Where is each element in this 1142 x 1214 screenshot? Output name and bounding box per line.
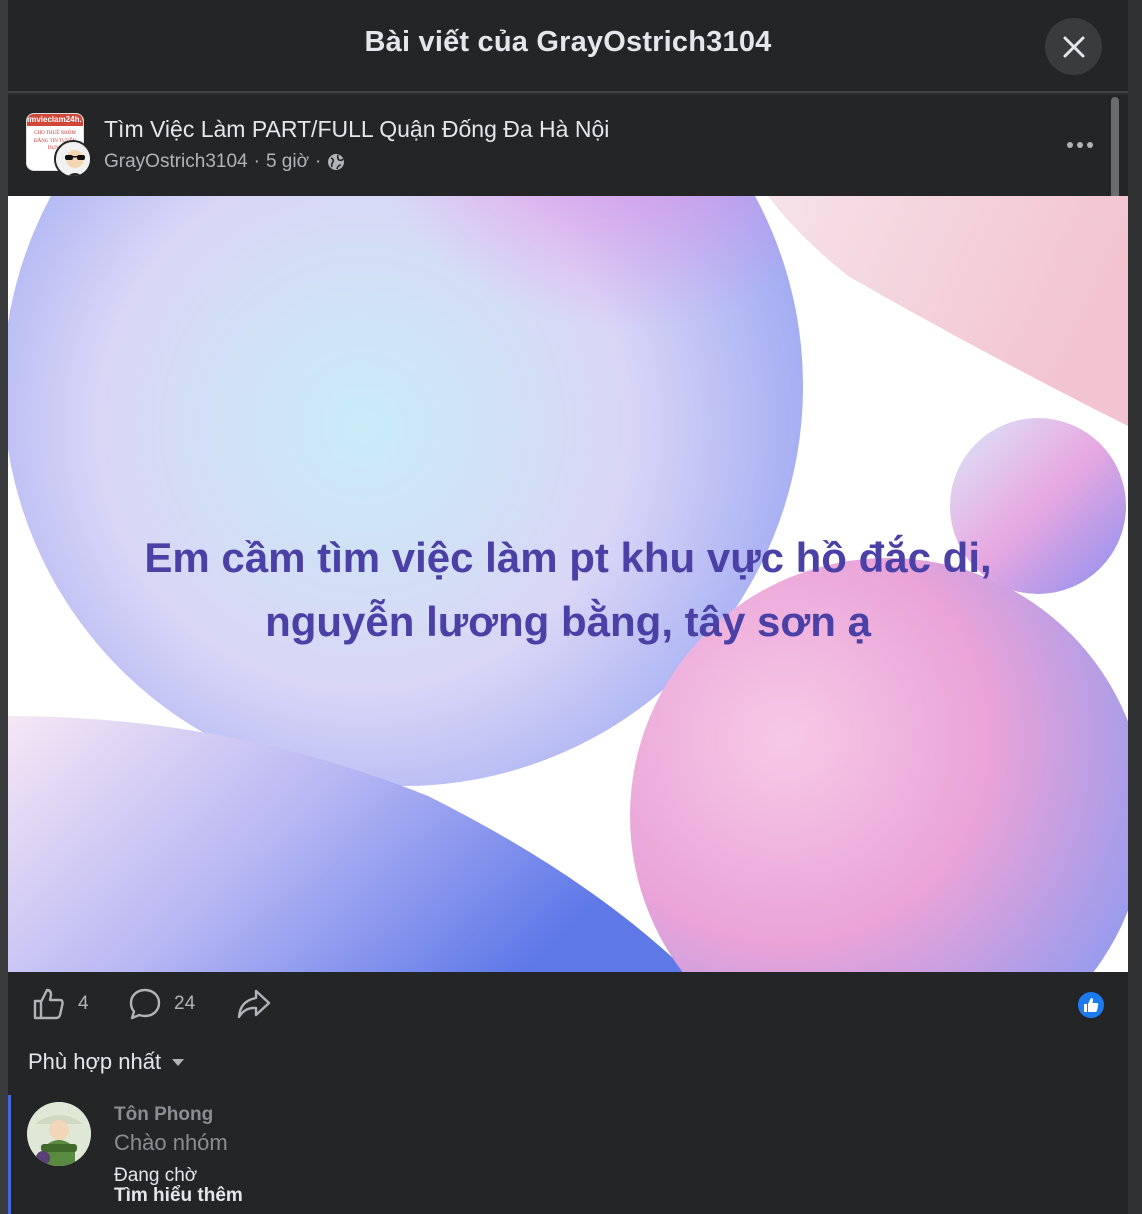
like-count: 4 [78,993,89,1014]
post-actions: 4 24 [8,983,1128,1029]
post-background-image[interactable]: Em cầm tìm việc làm pt khu vực hồ đắc di… [8,196,1128,972]
like-button[interactable]: 4 [32,987,89,1021]
commenter-avatar[interactable] [27,1102,91,1166]
close-button[interactable] [1045,18,1102,75]
commenter-name[interactable]: Tôn Phong [114,1104,213,1126]
modal-right-border [1128,0,1142,1214]
modal-content: imvieclam24h.vn CHO THUÊ NHÓM ĐĂNG TIN T… [8,95,1128,1214]
caret-down-icon [172,1059,185,1066]
post-header: imvieclam24h.vn CHO THUÊ NHÓM ĐĂNG TIN T… [8,95,1108,196]
pending-indicator-bar [8,1095,11,1214]
share-arrow-icon [237,989,271,1019]
modal-left-border [0,0,8,1214]
learn-more-link[interactable]: Tìm hiểu thêm [114,1185,243,1207]
more-options-button[interactable] [1058,130,1102,160]
post-meta: GrayOstrich3104 · 5 giờ · [104,151,345,173]
more-dots-icon [1067,142,1093,148]
group-name-link[interactable]: Tìm Việc Làm PART/FULL Quận Đống Đa Hà N… [104,116,609,143]
sunglasses-avatar-icon [56,142,90,176]
comment-count: 24 [174,993,196,1014]
comment-item: Tôn Phong Chào nhóm Đang chờ Tìm hiểu th… [8,1095,1108,1214]
modal-title: Bài viết của GrayOstrich3104 [364,26,772,58]
close-icon [1063,36,1084,57]
globe-icon [328,154,345,170]
post-modal: Bài viết của GrayOstrich3104 imvieclam24… [0,0,1142,1214]
thumbs-up-filled-icon [1084,998,1099,1012]
cartoon-avatar-icon [27,1102,91,1166]
modal-header: Bài viết của GrayOstrich3104 [8,0,1128,93]
post-text: Em cầm tìm việc làm pt khu vực hồ đắc di… [144,534,992,645]
post-time[interactable]: 5 giờ [266,151,309,173]
like-reaction-badge[interactable] [1076,990,1106,1020]
meta-separator: · [315,151,322,172]
author-avatar[interactable] [54,140,92,178]
group-avatar-line: CHO THUÊ NHÓM [34,131,76,136]
comment-status: Đang chờ [114,1165,198,1186]
meta-separator: · [253,151,260,172]
group-avatar-brand: imvieclam24h.vn [27,114,83,126]
comment-bubble-icon [129,988,161,1020]
comment-button[interactable]: 24 [128,987,195,1021]
thumbs-up-icon [33,988,64,1020]
comment-text: Chào nhóm [114,1130,228,1155]
sort-label: Phù hợp nhất [28,1049,162,1074]
share-button[interactable] [236,987,272,1021]
author-name-link[interactable]: GrayOstrich3104 [104,151,248,173]
comment-sort-dropdown[interactable]: Phù hợp nhất [28,1049,185,1075]
